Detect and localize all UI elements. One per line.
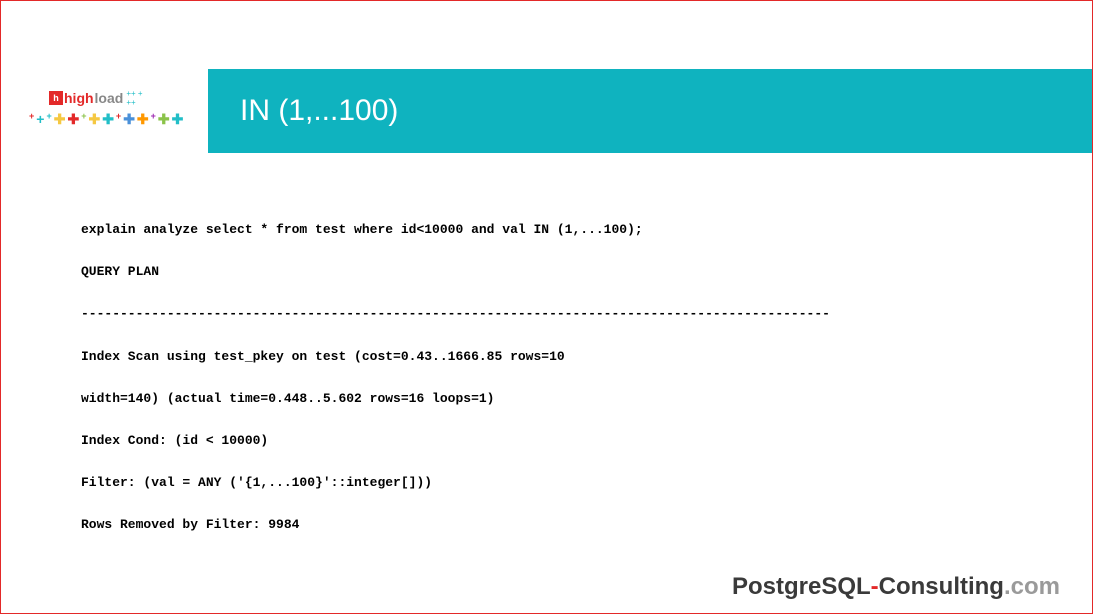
logo-accent-icon: ++ +++: [126, 89, 142, 107]
code-line: QUERY PLAN: [81, 263, 1012, 281]
code-line: ----------------------------------------…: [81, 305, 1012, 323]
code-line: Filter: (val = ANY ('{1,...100}'::intege…: [81, 474, 1012, 492]
code-line: Index Scan using test_pkey on test (cost…: [81, 348, 1012, 366]
footer-postgre: Postgre: [732, 573, 821, 600]
slide-content: explain analyze select * from test where…: [1, 153, 1092, 535]
title-bar: IN (1,...100): [208, 69, 1092, 153]
footer-com: com: [1011, 573, 1060, 600]
code-line: Rows Removed by Filter: 9984: [81, 516, 1012, 534]
code-line: width=140) (actual time=0.448..5.602 row…: [81, 390, 1012, 408]
footer-dash: -: [871, 573, 879, 600]
code-line: Index Cond: (id < 10000): [81, 432, 1012, 450]
highload-logo: h high load ++ +++: [49, 89, 208, 107]
logo-area: h high load ++ +++ + ++ ✚ ✚ + ✚ ✚ + ✚ ✚ …: [1, 69, 208, 128]
decorative-plus-row: + ++ ✚ ✚ + ✚ ✚ + ✚ ✚ + ✚ ✚: [29, 111, 209, 128]
footer-dot: .: [1004, 573, 1011, 600]
slide-header: h high load ++ +++ + ++ ✚ ✚ + ✚ ✚ + ✚ ✚ …: [1, 69, 1092, 153]
logo-text-load: load: [95, 90, 124, 106]
footer-sql: SQL: [821, 573, 870, 600]
footer-branding: PostgreSQL-Consulting.com: [732, 573, 1060, 601]
footer-consulting: Consulting: [879, 573, 1004, 600]
slide-title: IN (1,...100): [240, 94, 398, 128]
code-line: explain analyze select * from test where…: [81, 221, 1012, 239]
logo-icon: h: [49, 91, 63, 105]
logo-text-high: high: [64, 90, 94, 106]
